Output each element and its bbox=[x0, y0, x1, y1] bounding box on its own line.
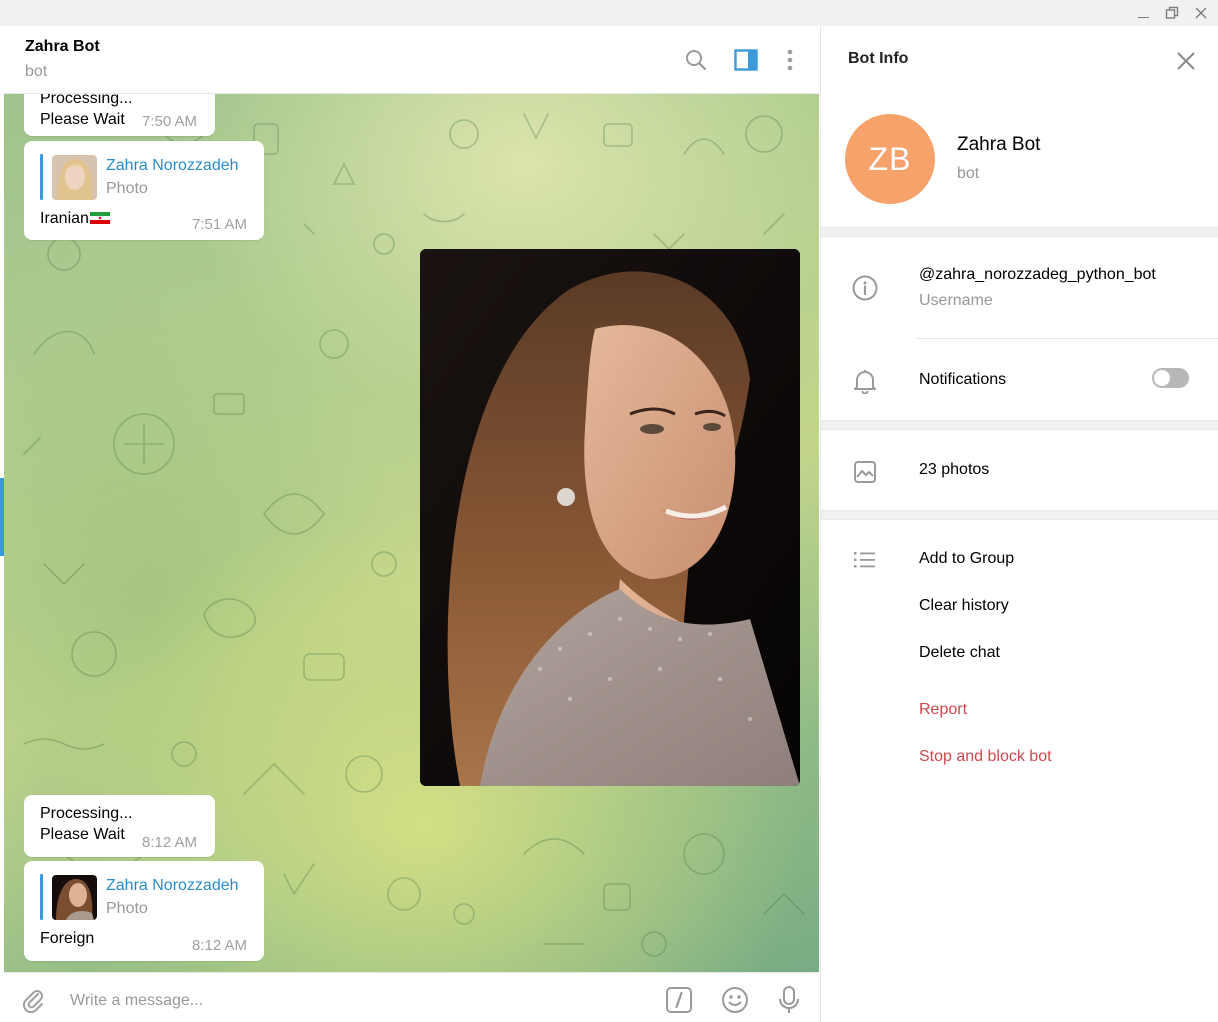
chat-header: Zahra Bot bot bbox=[4, 26, 819, 94]
reply-author: Zahra Norozzadeh bbox=[106, 877, 239, 894]
add-to-group-button[interactable]: Add to Group bbox=[919, 550, 1014, 568]
photo-message[interactable] bbox=[420, 249, 800, 786]
notifications-toggle[interactable] bbox=[1152, 368, 1189, 388]
photo-icon bbox=[851, 458, 879, 486]
resize-handle[interactable] bbox=[0, 478, 4, 556]
close-panel-icon[interactable] bbox=[1171, 46, 1201, 76]
clear-history-button[interactable]: Clear history bbox=[919, 597, 1009, 615]
reply-thumbnail[interactable] bbox=[52, 875, 97, 920]
section-divider bbox=[821, 420, 1218, 430]
chat-history[interactable]: Processing... Please Wait 7:50 AM Zahra … bbox=[4, 94, 819, 972]
chat-title[interactable]: Zahra Bot bbox=[25, 38, 100, 56]
iran-flag-emoji bbox=[89, 212, 110, 224]
bell-icon bbox=[851, 367, 879, 395]
profile-name: Zahra Bot bbox=[957, 134, 1041, 155]
emoji-icon[interactable] bbox=[720, 985, 750, 1015]
reply-type: Photo bbox=[106, 900, 148, 917]
search-icon[interactable] bbox=[682, 46, 710, 74]
message-time: 8:12 AM bbox=[142, 834, 198, 851]
panel-title: Bot Info bbox=[848, 50, 909, 67]
message-bubble[interactable]: Processing... Please Wait 7:50 AM bbox=[24, 94, 215, 136]
sidebar-toggle-icon[interactable] bbox=[732, 46, 760, 74]
minimize-icon[interactable] bbox=[1132, 3, 1154, 23]
window-title-bar bbox=[0, 0, 1218, 26]
message-time: 8:12 AM bbox=[192, 937, 248, 954]
shared-photos-link[interactable]: 23 photos bbox=[919, 461, 989, 479]
message-bubble[interactable]: Zahra Norozzadeh Photo Foreign 8:12 AM bbox=[24, 861, 264, 961]
message-composer: Write a message... bbox=[4, 972, 819, 1022]
list-icon bbox=[851, 546, 879, 574]
notifications-label: Notifications bbox=[919, 371, 1007, 388]
reply-bar bbox=[40, 874, 43, 920]
chat-subtitle: bot bbox=[25, 63, 48, 80]
message-bubble[interactable]: Zahra Norozzadeh Photo Iranian 7:51 AM bbox=[24, 141, 264, 240]
message-text: Iranian bbox=[40, 210, 110, 228]
reply-type: Photo bbox=[106, 180, 148, 197]
message-bubble[interactable]: Processing... Please Wait 8:12 AM bbox=[24, 795, 215, 857]
info-icon bbox=[851, 274, 879, 302]
reply-bar bbox=[40, 154, 43, 200]
username-value[interactable]: @zahra_norozzadeg_python_bot bbox=[919, 266, 1156, 284]
section-divider bbox=[821, 227, 1218, 237]
profile-subtitle: bot bbox=[957, 165, 980, 182]
message-time: 7:51 AM bbox=[192, 216, 248, 233]
attach-icon[interactable] bbox=[18, 985, 48, 1015]
report-button[interactable]: Report bbox=[919, 701, 967, 719]
stop-block-bot-button[interactable]: Stop and block bot bbox=[919, 748, 1052, 766]
avatar[interactable]: ZB bbox=[845, 114, 935, 204]
message-input[interactable]: Write a message... bbox=[70, 992, 203, 1010]
more-vert-icon[interactable] bbox=[776, 46, 804, 74]
divider bbox=[916, 338, 1218, 339]
close-icon[interactable] bbox=[1190, 3, 1212, 23]
username-label: Username bbox=[919, 292, 993, 309]
reply-thumbnail[interactable] bbox=[52, 155, 97, 200]
reply-author: Zahra Norozzadeh bbox=[106, 157, 239, 174]
restore-icon[interactable] bbox=[1161, 3, 1183, 23]
delete-chat-button[interactable]: Delete chat bbox=[919, 644, 1000, 662]
message-text: Foreign bbox=[40, 930, 95, 947]
message-time: 7:50 AM bbox=[142, 113, 198, 130]
microphone-icon[interactable] bbox=[774, 985, 804, 1015]
bot-command-icon[interactable] bbox=[664, 985, 694, 1015]
bot-info-panel: Bot Info ZB Zahra Bot bot @zahra_norozza… bbox=[820, 26, 1218, 1022]
section-divider bbox=[821, 510, 1218, 520]
